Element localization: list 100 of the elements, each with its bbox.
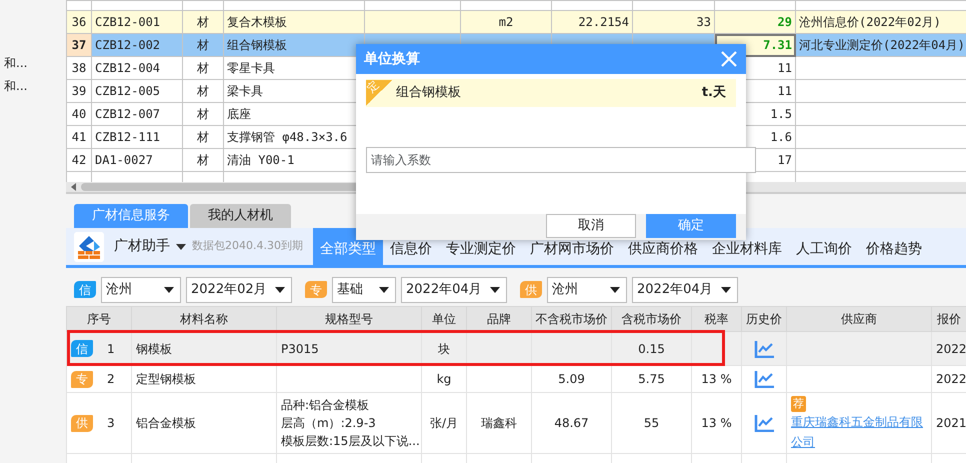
- grid-cell: 22.2154: [552, 10, 632, 34]
- grid-cell: 河北专业测定价(2022年04月): [796, 34, 966, 56]
- caret-icon: [275, 286, 285, 292]
- row-number: 1: [107, 340, 115, 358]
- dropdown-value: 沧州: [552, 280, 578, 299]
- dropdown-value: 沧州: [106, 280, 132, 299]
- result-row[interactable]: 信 1 钢模板 P3015 块 0.15 2022: [66, 332, 966, 366]
- scroll-left-icon: [70, 182, 77, 192]
- result-row[interactable]: 供 3 铝合金模板 品种:铝合金模板 层高（m）:2.9-3 模板层数:15层及以下说... 张/月 瑞鑫科 48.67 55 13 % 荐 重庆瑞鑫科五金制品有限公司 2021: [66, 392, 966, 454]
- grid-cell: CZB12-007: [92, 102, 182, 126]
- table-cell: kg: [436, 372, 452, 386]
- price-type-tab[interactable]: 人工询价: [788, 228, 859, 265]
- close-icon[interactable]: [720, 50, 738, 68]
- source-tag: 专: [71, 370, 93, 388]
- table-cell: 张/月: [430, 416, 458, 430]
- caret-icon: [610, 286, 620, 292]
- table-cell: 2022: [936, 342, 966, 356]
- source-tag: 专: [305, 281, 327, 298]
- table-cell: 5.75: [638, 372, 665, 386]
- row-number: 40: [66, 102, 92, 126]
- trend-chart-icon[interactable]: [754, 414, 774, 432]
- caret-icon: [164, 286, 174, 292]
- coefficient-input[interactable]: 请输入系数: [366, 147, 756, 173]
- price-type-tab[interactable]: 价格趋势: [858, 228, 929, 265]
- row-number: 42: [66, 148, 92, 172]
- caret-icon: [176, 244, 186, 250]
- grid-cell: CZB12-005: [92, 80, 182, 102]
- row-number: 36: [66, 10, 92, 34]
- result-row[interactable]: 专 2 定型钢模板 kg 5.09 5.75 13 % 2022: [66, 366, 966, 392]
- column-header: 序号: [66, 306, 132, 332]
- caret-icon: [721, 286, 731, 292]
- grid-cell: CZB12-001: [92, 10, 182, 34]
- dropdown[interactable]: 2022年04月: [632, 276, 738, 302]
- caret-icon: [490, 286, 500, 292]
- column-header: 报价: [932, 306, 966, 332]
- dropdown-value: 2022年04月: [637, 280, 713, 299]
- sidebar-item[interactable]: 和...: [0, 75, 66, 98]
- grid-cell: 材: [182, 34, 224, 56]
- table-cell: 55: [644, 416, 660, 430]
- table-cell: 13 %: [701, 372, 732, 386]
- dropdown[interactable]: 沧州: [101, 276, 181, 302]
- column-header: 单位: [422, 306, 466, 332]
- trend-chart-icon[interactable]: [754, 340, 774, 358]
- grid-cell: 材: [182, 80, 224, 102]
- table-cell: 13 %: [701, 416, 732, 430]
- material-name: 组合钢模板: [396, 84, 461, 102]
- grid-cell: 沧州信息价(2022年02月): [796, 10, 966, 34]
- source-tag: 信: [71, 340, 93, 357]
- column-header: 规格型号: [276, 306, 422, 332]
- column-header: 不含税市场价: [532, 306, 612, 332]
- grid-cell: CZB12-002: [92, 34, 182, 56]
- grid-cell: CZB12-111: [92, 126, 182, 148]
- recommend-tag: 荐: [791, 396, 806, 412]
- caret-icon: [379, 286, 389, 292]
- dropdown[interactable]: 2022年04月: [401, 276, 507, 302]
- grid-cell: m2: [460, 10, 552, 34]
- ribbon-shape: [366, 80, 392, 106]
- source-tag: 供: [520, 281, 542, 298]
- dropdown[interactable]: 基础: [332, 276, 396, 302]
- dropdown-value: 基础: [337, 280, 363, 299]
- grid-row[interactable]: 36 CZB12-001 材 复合木模板 m2 22.2154 33 29 沧州信息价(2022年02月): [66, 10, 966, 34]
- grid-cell: 材: [182, 10, 224, 34]
- table-cell: 2021: [936, 416, 966, 430]
- column-header: 材料名称: [132, 306, 276, 332]
- grid-cell: 材: [182, 126, 224, 148]
- table-cell: 2022: [936, 372, 966, 386]
- grid-cell: 33: [632, 10, 714, 34]
- row-number: 38: [66, 56, 92, 80]
- spec-text: 层高（m）:2.9-3: [281, 415, 377, 432]
- source-tag: 信: [74, 281, 96, 298]
- trend-chart-icon[interactable]: [754, 370, 774, 388]
- material-name: 钢模板: [136, 342, 172, 356]
- table-cell: 0.15: [638, 342, 665, 356]
- grid-cell: 复合木模板: [224, 10, 364, 34]
- table-cell: 瑞鑫科: [481, 416, 517, 430]
- row-number: 41: [66, 126, 92, 148]
- dropdown[interactable]: 沧州: [547, 276, 627, 302]
- grid-cell: 组合钢模板: [224, 34, 364, 56]
- row-number: 37: [66, 34, 92, 56]
- price-type-tab[interactable]: 信息价: [382, 228, 439, 265]
- panel-tab[interactable]: 我的人材机: [190, 204, 291, 228]
- column-header: 税率: [692, 306, 742, 332]
- cancel-button[interactable]: 取消: [546, 214, 636, 238]
- price-type-tab[interactable]: 专业测定价: [438, 228, 523, 265]
- dropdown-value: 2022年02月: [191, 280, 267, 299]
- table-cell: 48.67: [554, 416, 589, 430]
- spec-text: P3015: [281, 340, 320, 358]
- dropdown[interactable]: 2022年02月: [186, 276, 292, 302]
- app-name[interactable]: 广材助手: [114, 236, 170, 257]
- material-name: 定型钢模板: [136, 372, 196, 386]
- table-cell: 5.09: [558, 372, 585, 386]
- dropdown-value: 2022年04月: [406, 280, 482, 299]
- grid-cell: 材: [182, 102, 224, 126]
- source-tag: 供: [71, 414, 93, 432]
- row-number: 2: [107, 371, 115, 388]
- column-header: 品牌: [466, 306, 532, 332]
- sidebar-item[interactable]: 和...: [0, 52, 66, 75]
- row-number: 3: [107, 415, 115, 432]
- row-number: 39: [66, 80, 92, 102]
- grid-cell: CZB12-004: [92, 56, 182, 80]
